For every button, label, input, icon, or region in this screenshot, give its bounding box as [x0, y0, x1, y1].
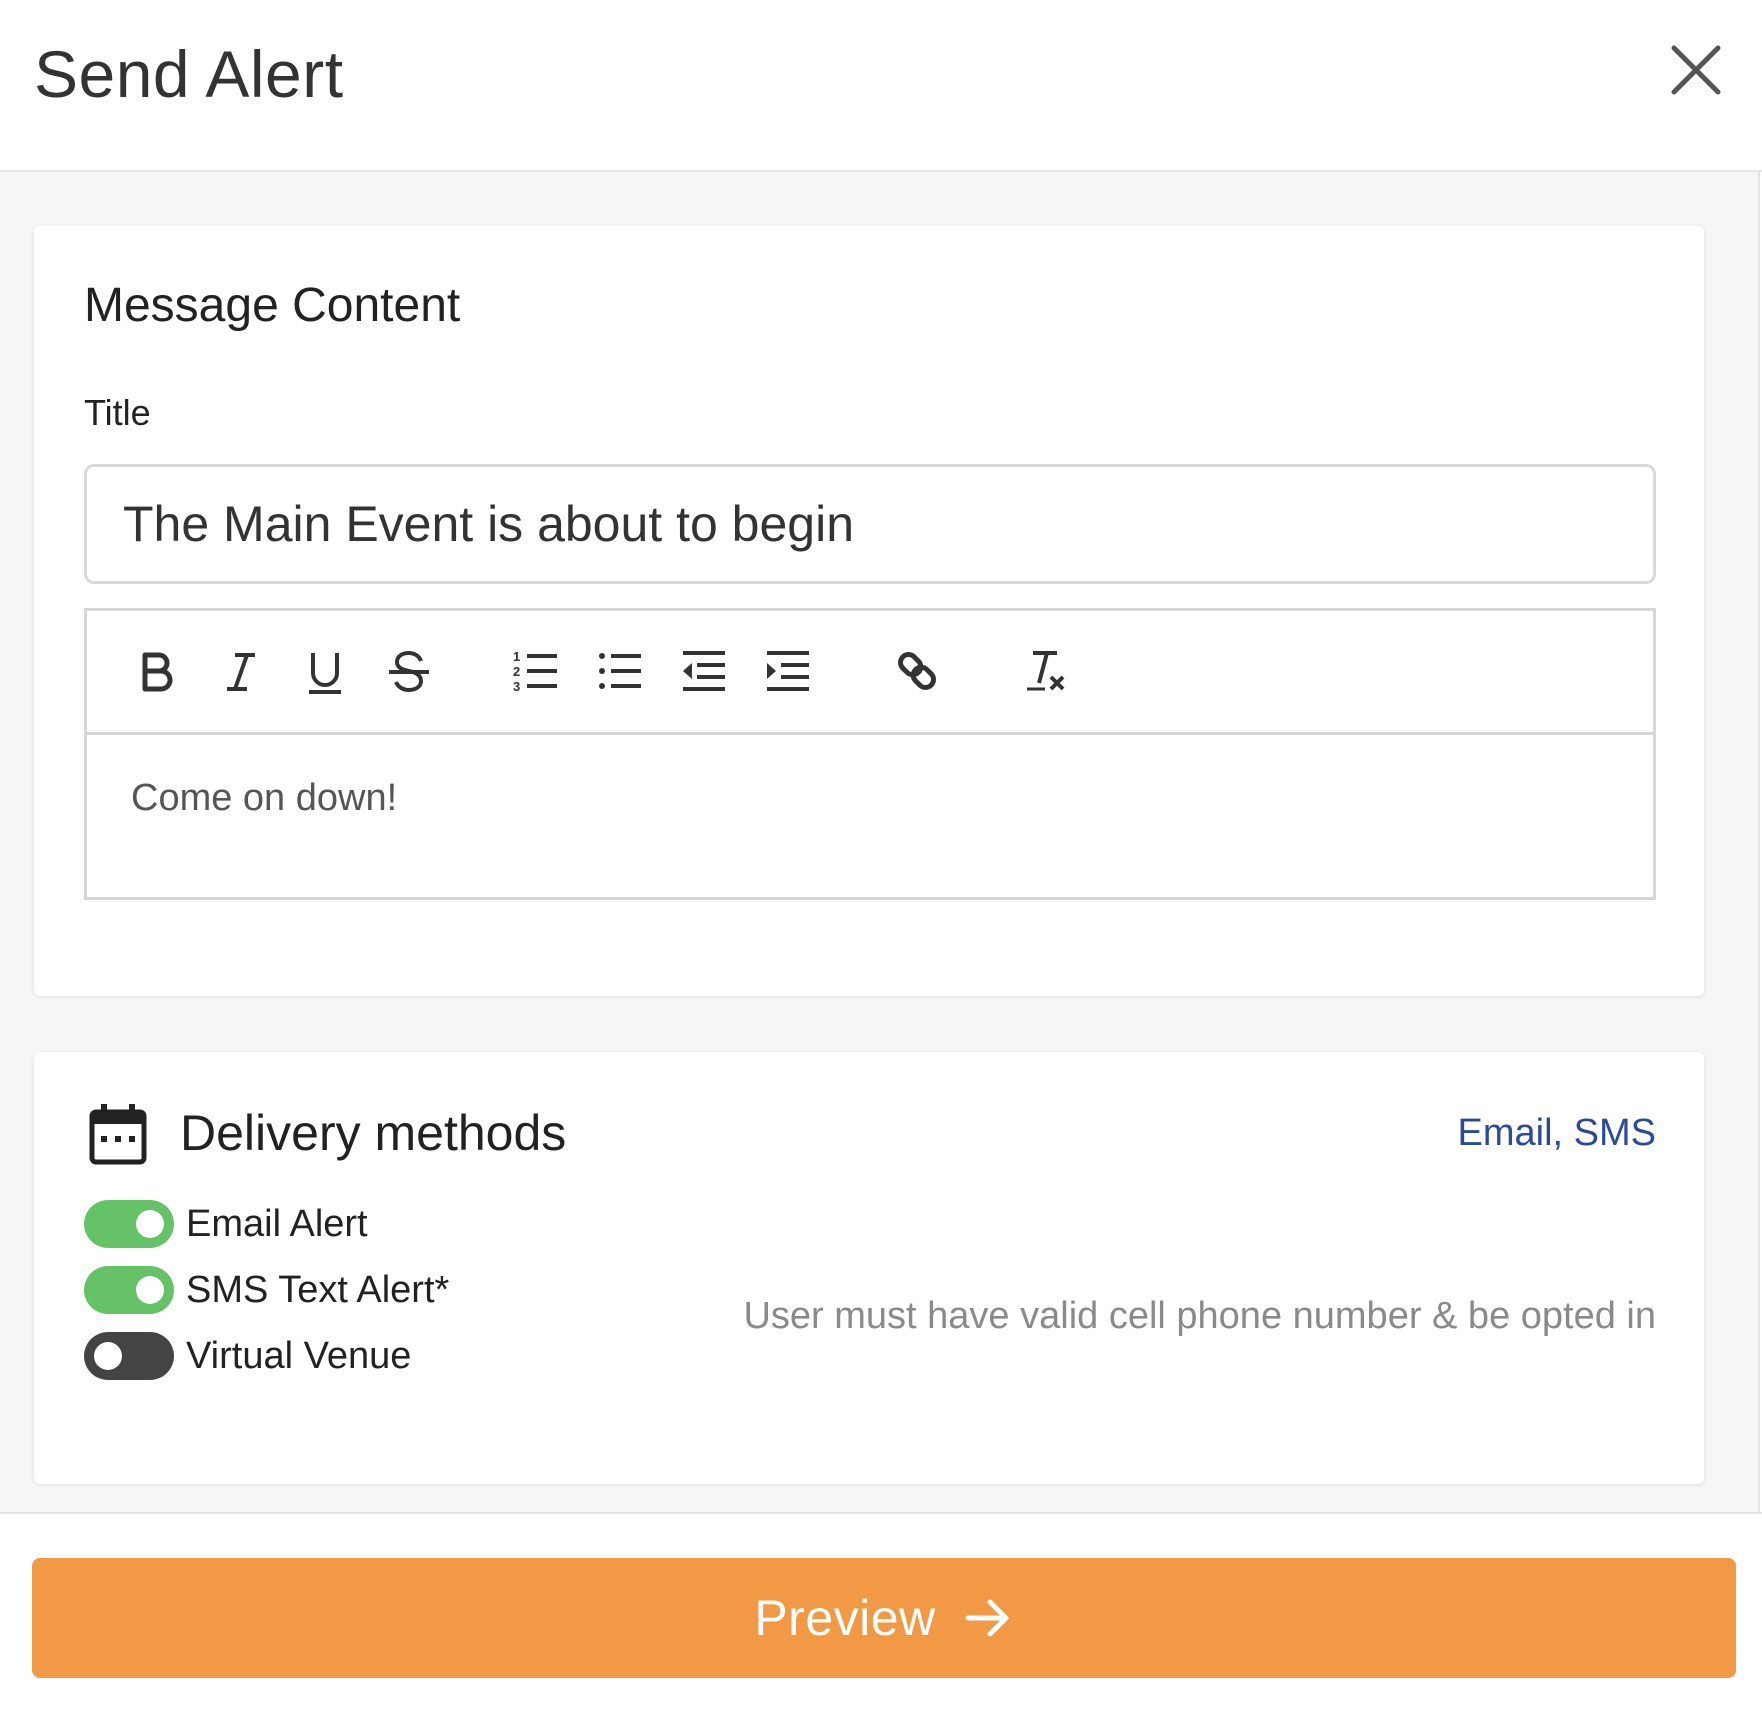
bold-icon: [142, 652, 173, 692]
bold-button[interactable]: [131, 645, 183, 697]
svg-text:1: 1: [513, 649, 520, 664]
preview-button[interactable]: Preview: [32, 1558, 1736, 1678]
editor-body-text[interactable]: Come on down!: [131, 777, 397, 820]
message-content-card: Message Content Title The Main Event is …: [34, 226, 1704, 996]
close-icon: [1671, 45, 1721, 95]
close-button[interactable]: [1668, 42, 1724, 98]
link-button[interactable]: [891, 645, 943, 697]
modal-title: Send Alert: [34, 37, 344, 111]
clear-format-icon: [1027, 651, 1065, 691]
link-icon: [898, 652, 936, 690]
sms-requirement-note: User must have valid cell phone number &…: [743, 1295, 1656, 1337]
bullet-list-button[interactable]: [595, 645, 647, 697]
preview-button-label: Preview: [754, 1590, 936, 1646]
indent-button[interactable]: [763, 645, 815, 697]
modal-body: Message Content Title The Main Event is …: [0, 172, 1760, 1512]
italic-button[interactable]: [215, 645, 267, 697]
outdent-button[interactable]: [679, 645, 731, 697]
svg-text:3: 3: [513, 679, 520, 694]
delivery-methods-title: Delivery methods: [180, 1105, 567, 1161]
email-alert-toggle[interactable]: [84, 1200, 174, 1248]
arrow-right-icon: [965, 1599, 1009, 1637]
delivery-methods-card: Delivery methods Email, SMS Email Alert …: [34, 1052, 1704, 1484]
editor-toolbar: 1 2 3: [87, 611, 1653, 735]
svg-text:2: 2: [513, 664, 520, 679]
modal-header: Send Alert: [0, 0, 1762, 172]
italic-icon: [227, 653, 255, 691]
calendar-icon: [89, 1104, 147, 1165]
underline-icon: [309, 653, 341, 694]
bullet-list-icon: [599, 653, 641, 689]
underline-button[interactable]: [299, 645, 351, 697]
sms-alert-label: SMS Text Alert*: [186, 1269, 450, 1311]
virtual-venue-toggle[interactable]: [84, 1332, 174, 1380]
ordered-list-button[interactable]: 1 2 3: [511, 645, 563, 697]
indent-icon: [767, 651, 809, 691]
modal-footer: Preview: [0, 1512, 1762, 1716]
title-input[interactable]: [84, 464, 1656, 584]
sms-alert-toggle[interactable]: [84, 1266, 174, 1314]
title-label: Title: [84, 392, 151, 433]
outdent-icon: [683, 651, 725, 691]
virtual-venue-label: Virtual Venue: [186, 1335, 412, 1377]
ordered-list-icon: 1 2 3: [513, 649, 557, 694]
strikethrough-button[interactable]: [383, 645, 435, 697]
clear-format-button[interactable]: [1019, 645, 1071, 697]
message-content-title: Message Content: [84, 279, 461, 332]
email-alert-label: Email Alert: [186, 1203, 368, 1245]
rich-text-editor: 1 2 3 Come on down!: [84, 608, 1656, 900]
strikethrough-icon: [389, 650, 429, 693]
delivery-summary-link[interactable]: Email, SMS: [1458, 1112, 1656, 1155]
